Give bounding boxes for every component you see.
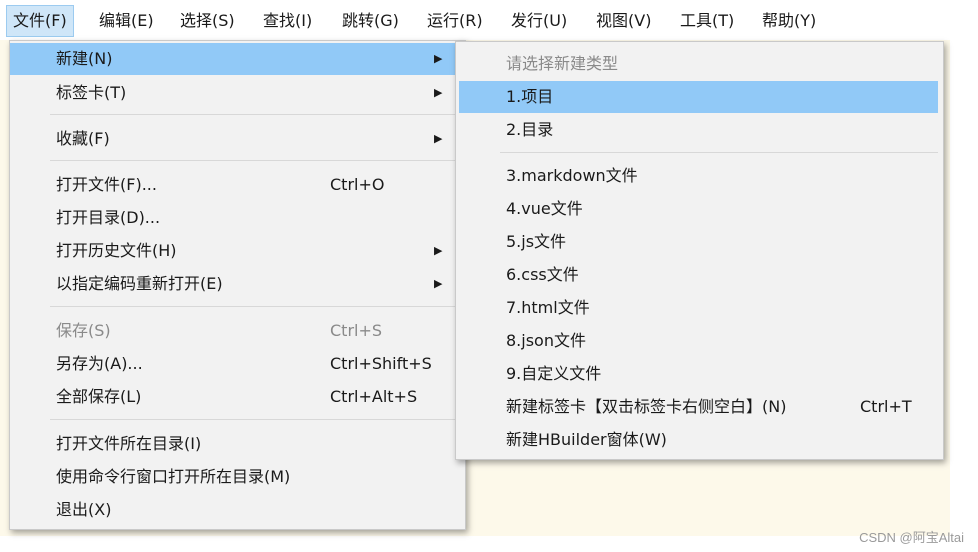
chevron-right-icon: ▶: [434, 52, 443, 65]
menu-item-label: 另存为(A)...: [56, 354, 143, 373]
menu-item-label: 打开文件所在目录(I): [56, 434, 202, 453]
menu-find[interactable]: 查找(I): [257, 6, 318, 36]
shortcut-label: Ctrl+S: [330, 321, 383, 340]
watermark: CSDN @阿宝Altai: [859, 530, 964, 545]
submenu-header-label: 请选择新建类型: [506, 54, 619, 73]
menu-item-label: 9.自定义文件: [506, 364, 602, 383]
menu-item-label: 4.vue文件: [506, 199, 583, 218]
menu-item-label: 打开历史文件(H): [56, 241, 177, 260]
submenu-item-json[interactable]: 8.json文件: [456, 325, 943, 357]
menu-select[interactable]: 选择(S): [174, 6, 241, 36]
menu-item-exit[interactable]: 退出(X): [10, 494, 465, 526]
menu-bar: 文件(F) 编辑(E) 选择(S) 查找(I) 跳转(G) 运行(R) 发行(U…: [0, 0, 978, 40]
shortcut-label: Ctrl+T: [860, 397, 912, 416]
menu-item-save[interactable]: 保存(S) Ctrl+S: [10, 315, 465, 347]
menu-item-open-directory[interactable]: 打开目录(D)...: [10, 202, 465, 234]
menu-item-label: 6.css文件: [506, 265, 579, 284]
submenu-item-vue[interactable]: 4.vue文件: [456, 193, 943, 225]
menu-item-label: 1.项目: [506, 87, 554, 106]
menu-goto[interactable]: 跳转(G): [336, 6, 405, 36]
menu-item-reopen-encoding[interactable]: 以指定编码重新打开(E) ▶: [10, 268, 465, 300]
menu-item-label: 8.json文件: [506, 331, 586, 350]
menu-publish[interactable]: 发行(U): [505, 6, 573, 36]
menu-run[interactable]: 运行(R): [421, 6, 489, 36]
shortcut-label: Ctrl+Alt+S: [330, 387, 418, 406]
menu-tools[interactable]: 工具(T): [674, 6, 740, 36]
submenu-item-js[interactable]: 5.js文件: [456, 226, 943, 258]
chevron-right-icon: ▶: [434, 132, 443, 145]
menu-item-open-containing-folder[interactable]: 打开文件所在目录(I): [10, 428, 465, 460]
menu-item-open-in-terminal[interactable]: 使用命令行窗口打开所在目录(M): [10, 461, 465, 493]
submenu-item-css[interactable]: 6.css文件: [456, 259, 943, 291]
menu-item-save-all[interactable]: 全部保存(L) Ctrl+Alt+S: [10, 381, 465, 413]
menu-item-label: 使用命令行窗口打开所在目录(M): [56, 467, 291, 486]
shortcut-label: Ctrl+Shift+S: [330, 354, 432, 373]
menu-separator: [50, 160, 460, 161]
file-menu-dropdown: 新建(N) ▶ 标签卡(T) ▶ 收藏(F) ▶ 打开文件(F)... Ctrl…: [9, 40, 466, 530]
menu-separator: [50, 306, 460, 307]
chevron-right-icon: ▶: [434, 86, 443, 99]
menu-item-label: 2.目录: [506, 120, 554, 139]
menu-item-label: 5.js文件: [506, 232, 567, 251]
menu-item-open-history[interactable]: 打开历史文件(H) ▶: [10, 235, 465, 267]
menu-item-label: 新建标签卡【双击标签卡右侧空白】(N): [506, 397, 787, 416]
menu-item-label: 全部保存(L): [56, 387, 142, 406]
menu-item-open-file[interactable]: 打开文件(F)... Ctrl+O: [10, 169, 465, 201]
menu-help[interactable]: 帮助(Y): [756, 6, 822, 36]
menu-item-favorites[interactable]: 收藏(F) ▶: [10, 123, 465, 155]
submenu-item-project[interactable]: 1.项目: [459, 81, 938, 113]
menu-item-save-as[interactable]: 另存为(A)... Ctrl+Shift+S: [10, 348, 465, 380]
chevron-right-icon: ▶: [434, 277, 443, 290]
menu-separator: [50, 114, 460, 115]
menu-item-label: 3.markdown文件: [506, 166, 638, 185]
menu-item-label: 打开目录(D)...: [56, 208, 161, 227]
submenu-item-new-window[interactable]: 新建HBuilder窗体(W): [456, 424, 943, 456]
menu-view[interactable]: 视图(V): [590, 6, 657, 36]
submenu-item-directory[interactable]: 2.目录: [456, 114, 943, 146]
menu-item-label: 保存(S): [56, 321, 111, 340]
menu-item-new[interactable]: 新建(N) ▶: [10, 43, 465, 75]
chevron-right-icon: ▶: [434, 244, 443, 257]
menu-item-label: 退出(X): [56, 500, 112, 519]
menu-separator: [500, 152, 938, 153]
submenu-item-html[interactable]: 7.html文件: [456, 292, 943, 324]
submenu-header: 请选择新建类型: [456, 48, 943, 80]
menu-item-label: 标签卡(T): [56, 83, 127, 102]
shortcut-label: Ctrl+O: [330, 175, 385, 194]
menu-item-tabcard[interactable]: 标签卡(T) ▶: [10, 77, 465, 109]
menu-file[interactable]: 文件(F): [6, 5, 74, 37]
submenu-item-new-tab[interactable]: 新建标签卡【双击标签卡右侧空白】(N) Ctrl+T: [456, 391, 943, 423]
menu-item-label: 新建HBuilder窗体(W): [506, 430, 667, 449]
menu-edit[interactable]: 编辑(E): [93, 6, 160, 36]
menu-item-label: 收藏(F): [56, 129, 110, 148]
menu-item-label: 7.html文件: [506, 298, 590, 317]
submenu-item-markdown[interactable]: 3.markdown文件: [456, 160, 943, 192]
new-submenu: 请选择新建类型 1.项目 2.目录 3.markdown文件 4.vue文件 5…: [455, 41, 944, 460]
menu-item-label: 以指定编码重新打开(E): [56, 274, 223, 293]
menu-item-label: 新建(N): [56, 49, 113, 68]
submenu-item-custom-file[interactable]: 9.自定义文件: [456, 358, 943, 390]
menu-separator: [50, 419, 460, 420]
menu-item-label: 打开文件(F)...: [56, 175, 157, 194]
